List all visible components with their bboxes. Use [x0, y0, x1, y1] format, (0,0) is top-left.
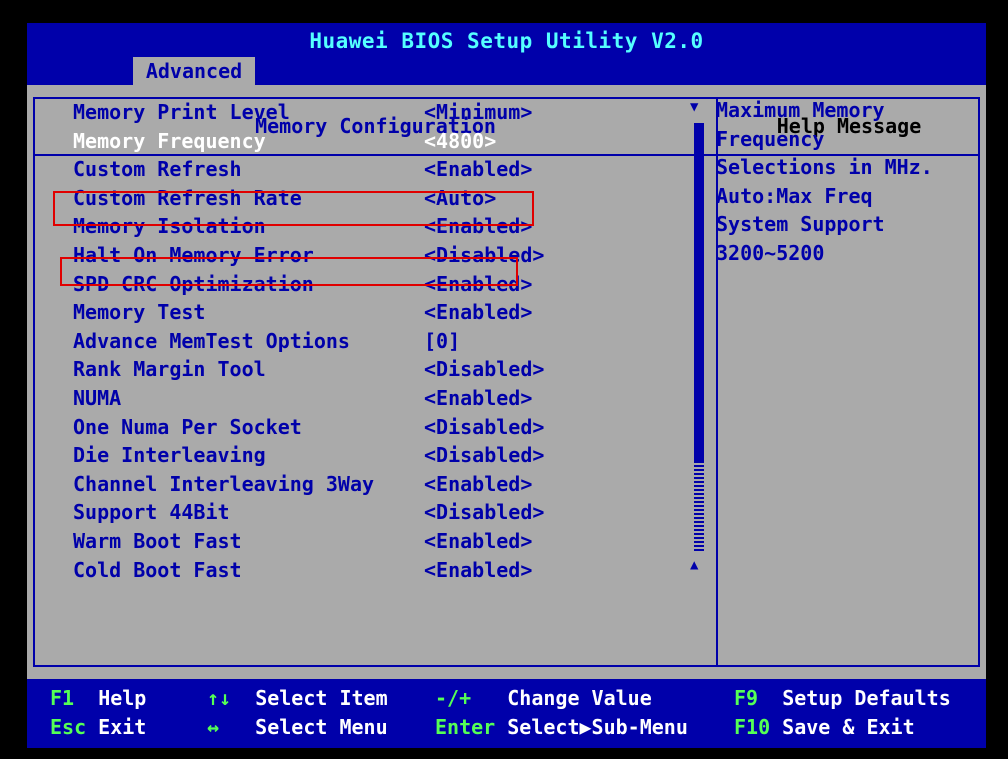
- setting-label: Memory Print Level: [73, 100, 290, 124]
- setting-value[interactable]: <Disabled>: [424, 441, 544, 470]
- setting-label: NUMA: [73, 385, 122, 410]
- key-desc: Change Value: [507, 686, 652, 710]
- setting-label: Channel Interleaving 3Way: [73, 471, 375, 496]
- key-desc: Save & Exit: [782, 715, 915, 739]
- setting-advance-memtest-options[interactable]: Advance MemTest Options [0]: [67, 327, 707, 356]
- setting-label: Custom Refresh: [73, 157, 242, 182]
- page-title: Huawei BIOS Setup Utility V2.0: [309, 29, 704, 53]
- tab-advanced[interactable]: Advanced: [133, 57, 255, 85]
- setting-numa[interactable]: NUMA <Enabled>: [67, 384, 707, 413]
- setting-value[interactable]: <Disabled>: [424, 498, 544, 527]
- setting-memory-frequency[interactable]: Memory Frequency <4800>: [67, 127, 707, 156]
- key-name: F10: [734, 715, 771, 739]
- setting-label: Memory Test: [73, 300, 206, 325]
- help-line: Maximum Memory: [716, 98, 885, 122]
- help-line: Frequency: [716, 126, 825, 151]
- key-exit: Esc Exit: [50, 713, 146, 742]
- help-line: 3200~5200: [716, 240, 825, 265]
- key-name: F9: [734, 686, 759, 710]
- setting-value[interactable]: <Enabled>: [424, 155, 532, 184]
- key-desc: Select Item: [255, 686, 388, 710]
- setting-one-numa-per-socket[interactable]: One Numa Per Socket <Disabled>: [67, 413, 707, 442]
- help-line: Selections in MHz.: [716, 155, 933, 180]
- scrollbar-thumb[interactable]: [694, 123, 704, 463]
- help-line: System Support: [716, 212, 885, 237]
- setting-cold-boot-fast[interactable]: Cold Boot Fast <Enabled>: [67, 556, 707, 585]
- setting-value[interactable]: [0]: [424, 327, 460, 356]
- setting-label: Rank Margin Tool: [73, 357, 266, 382]
- key-help: F1 Help: [50, 684, 146, 713]
- setting-memory-test[interactable]: Memory Test <Enabled>: [67, 298, 707, 327]
- setting-value[interactable]: <Enabled>: [424, 527, 532, 556]
- scroll-arrow-up-icon[interactable]: ▲: [690, 557, 698, 573]
- setting-channel-interleaving-3way[interactable]: Channel Interleaving 3Way <Enabled>: [67, 470, 707, 499]
- setting-value[interactable]: <4800>: [424, 127, 496, 156]
- setting-value[interactable]: <Enabled>: [424, 470, 532, 499]
- key-select-item: ↑↓ Select Item: [207, 684, 388, 713]
- setting-rank-margin-tool[interactable]: Rank Margin Tool <Disabled>: [67, 355, 707, 384]
- help-line: Auto:Max Freq: [716, 183, 873, 208]
- setting-label: One Numa Per Socket: [73, 414, 302, 439]
- key-name: -/+: [435, 686, 472, 710]
- top-bar: Huawei BIOS Setup Utility V2.0 Advanced: [27, 23, 986, 85]
- setting-memory-print-level[interactable]: Memory Print Level <Minimum>: [67, 98, 707, 127]
- setting-value[interactable]: <Disabled>: [424, 413, 544, 442]
- key-name: F1: [50, 686, 75, 710]
- setting-value[interactable]: <Enabled>: [424, 556, 532, 585]
- highlight-memory-frequency: [53, 191, 534, 226]
- setting-support-44bit[interactable]: Support 44Bit <Disabled>: [67, 498, 707, 527]
- key-submenu: Enter Select▶Sub-Menu: [435, 713, 688, 742]
- key-change-value: -/+ Change Value: [435, 684, 652, 713]
- key-desc: Select▶Sub-Menu: [507, 715, 688, 739]
- key-desc: Select Menu: [255, 715, 388, 739]
- key-setup-defaults: F9 Setup Defaults: [734, 684, 951, 713]
- scrollbar-track[interactable]: [694, 463, 704, 551]
- setting-label: Cold Boot Fast: [73, 557, 242, 582]
- settings-list: Memory Print Level <Minimum> Memory Freq…: [67, 98, 707, 584]
- key-desc: Help: [98, 686, 147, 710]
- key-name: Enter: [435, 715, 496, 739]
- key-select-menu: ↔ Select Menu: [207, 713, 388, 742]
- setting-value[interactable]: <Minimum>: [424, 98, 532, 127]
- scroll-arrow-down-icon[interactable]: ▼: [690, 99, 698, 115]
- setting-label: Memory Frequency: [73, 128, 266, 153]
- setting-label: Support 44Bit: [73, 500, 230, 525]
- bios-screen: Huawei BIOS Setup Utility V2.0 Advanced …: [27, 23, 986, 748]
- setting-value[interactable]: <Enabled>: [424, 298, 532, 327]
- setting-custom-refresh[interactable]: Custom Refresh <Enabled>: [67, 155, 707, 184]
- key-name: ↔: [207, 715, 220, 739]
- setting-label: Advance MemTest Options: [73, 328, 350, 353]
- setting-label: Warm Boot Fast: [73, 528, 242, 553]
- key-desc: Setup Defaults: [782, 686, 951, 710]
- setting-value[interactable]: <Disabled>: [424, 355, 544, 384]
- key-save-exit: F10 Save & Exit: [734, 713, 915, 742]
- setting-die-interleaving[interactable]: Die Interleaving <Disabled>: [67, 441, 707, 470]
- key-name: Esc: [50, 715, 87, 739]
- setting-value[interactable]: <Enabled>: [424, 384, 532, 413]
- key-name: ↑↓: [207, 686, 232, 710]
- key-desc: Exit: [98, 715, 147, 739]
- setting-label: Die Interleaving: [73, 443, 266, 468]
- setting-warm-boot-fast[interactable]: Warm Boot Fast <Enabled>: [67, 527, 707, 556]
- key-legend-bar: F1 Help Esc Exit ↑↓ Select Item ↔ Select…: [27, 679, 986, 748]
- help-message: Maximum Memory Frequency Selections in M…: [716, 96, 971, 268]
- highlight-custom-refresh-rate: [60, 257, 518, 286]
